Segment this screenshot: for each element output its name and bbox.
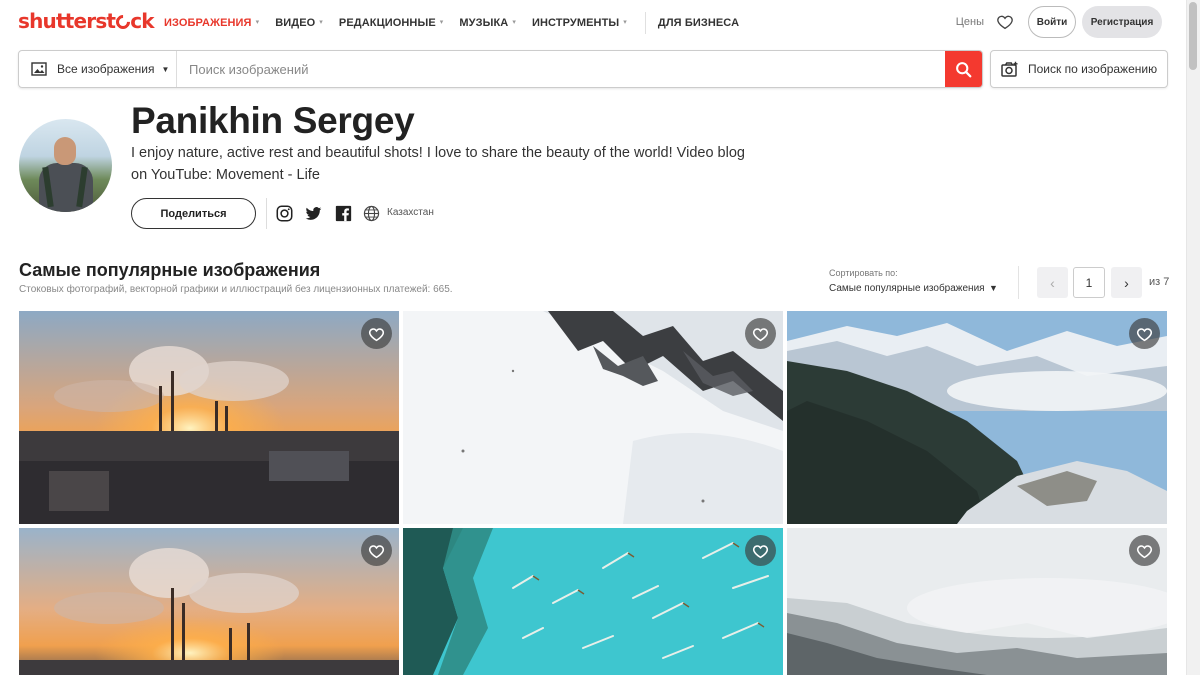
- chevron-right-icon: ›: [1124, 274, 1129, 291]
- favorite-button[interactable]: [745, 535, 776, 566]
- favorite-button[interactable]: [1129, 535, 1160, 566]
- instagram-icon[interactable]: [276, 205, 293, 222]
- page-total: из 7: [1149, 276, 1170, 288]
- favorites-heart-icon[interactable]: [996, 13, 1014, 31]
- snowy-slope-photo: [403, 311, 783, 524]
- chevron-down-icon: ▾: [255, 19, 260, 26]
- caret-down-icon[interactable]: ▼: [989, 283, 998, 293]
- search-bar: Все изображения ▼: [18, 50, 983, 88]
- chevron-down-icon: ▾: [512, 19, 516, 26]
- tile-turquoise-lake-trees[interactable]: [403, 528, 783, 675]
- contributor-name: Panikhin Sergey: [131, 100, 415, 141]
- heart-outline-icon: [752, 544, 769, 558]
- twitter-icon[interactable]: [305, 205, 322, 222]
- chevron-down-icon: ▾: [623, 19, 627, 26]
- prev-page-button[interactable]: ‹: [1037, 267, 1068, 298]
- nav-item-music[interactable]: МУЗЫКА ▾: [459, 17, 516, 29]
- main-menu: ИЗОБРАЖЕНИЯ ▾ ВИДЕО ▾ РЕДАКЦИОННЫЕ ▾ МУЗЫКА…: [164, 0, 755, 46]
- favorite-button[interactable]: [745, 318, 776, 349]
- tile-factory-sunset-1[interactable]: [19, 311, 399, 524]
- shutterstock-logo[interactable]: shutterst ck: [18, 9, 155, 33]
- heart-outline-icon: [752, 327, 769, 341]
- scrollbar-thumb[interactable]: [1189, 2, 1197, 70]
- sort-label: Сортировать по:: [829, 268, 898, 278]
- nav-item-images[interactable]: ИЗОБРАЖЕНИЯ ▾: [164, 17, 259, 29]
- contributor-location: Казахстан: [387, 207, 434, 218]
- login-button[interactable]: Войти: [1028, 6, 1076, 38]
- prices-link[interactable]: Цены: [956, 16, 984, 28]
- tile-snowy-slope-aerial[interactable]: [403, 311, 783, 524]
- share-button[interactable]: Поделиться: [131, 198, 256, 229]
- chevron-down-icon: ▾: [439, 19, 444, 26]
- pagination-divider: [1018, 266, 1019, 299]
- image-search-button[interactable]: Поиск по изображению: [990, 50, 1168, 88]
- register-button[interactable]: Регистрация: [1082, 6, 1162, 38]
- nav-item-video[interactable]: ВИДЕО ▾: [275, 17, 323, 29]
- camera-search-icon: [1001, 61, 1018, 77]
- page-number-input[interactable]: 1: [1073, 267, 1105, 298]
- foggy-forest-photo: [787, 528, 1167, 675]
- heart-outline-icon: [1136, 327, 1153, 341]
- heart-outline-icon: [368, 327, 385, 341]
- search-icon: [956, 61, 972, 77]
- section-subtitle: Стоковых фотографий, векторной графики и…: [19, 284, 453, 295]
- contributor-bio: I enjoy nature, active rest and beautifu…: [131, 145, 745, 183]
- favorite-button[interactable]: [361, 535, 392, 566]
- heart-outline-icon: [1136, 544, 1153, 558]
- nav-item-business[interactable]: ДЛЯ БИЗНЕСА: [658, 17, 739, 29]
- factory-sunset-photo: [19, 311, 399, 524]
- account-actions: Цены Войти Регистрация: [956, 6, 1162, 38]
- social-divider: [266, 198, 267, 229]
- favorite-button[interactable]: [361, 318, 392, 349]
- mountain-forest-photo: [787, 311, 1167, 524]
- turquoise-lake-photo: [403, 528, 783, 675]
- tile-factory-sunset-2[interactable]: [19, 528, 399, 675]
- search-type-label: Все изображения: [57, 62, 155, 76]
- contributor-avatar: [19, 119, 112, 212]
- search-button[interactable]: [945, 51, 982, 87]
- search-type-dropdown[interactable]: Все изображения ▼: [19, 51, 177, 87]
- top-navigation: shutterst ck ИЗОБРАЖЕНИЯ ▾ ВИДЕО ▾ РЕДАКЦИО…: [0, 0, 1186, 46]
- heart-outline-icon: [368, 544, 385, 558]
- page-scrollbar[interactable]: [1186, 0, 1200, 675]
- search-input[interactable]: [177, 51, 945, 87]
- nav-divider: [644, 12, 646, 34]
- chevron-left-icon: ‹: [1050, 274, 1055, 291]
- globe-icon: [363, 205, 380, 222]
- sort-dropdown[interactable]: Самые популярные изображения: [829, 283, 985, 294]
- section-title: Самые популярные изображения: [19, 260, 321, 280]
- facebook-icon[interactable]: [335, 205, 352, 222]
- factory-sunset-photo: [19, 528, 399, 675]
- tile-mountain-forest-clouds[interactable]: [787, 311, 1167, 524]
- chevron-down-icon: ▾: [319, 19, 323, 26]
- nav-item-editorial[interactable]: РЕДАКЦИОННЫЕ ▾: [339, 17, 443, 29]
- tile-foggy-forest-snow[interactable]: [787, 528, 1167, 675]
- caret-down-icon: ▼: [161, 64, 170, 74]
- favorite-button[interactable]: [1129, 318, 1160, 349]
- next-page-button[interactable]: ›: [1111, 267, 1142, 298]
- image-search-label: Поиск по изображению: [1028, 62, 1158, 76]
- nav-item-tools[interactable]: ИНСТРУМЕНТЫ ▾: [532, 17, 627, 29]
- image-icon: [31, 62, 47, 76]
